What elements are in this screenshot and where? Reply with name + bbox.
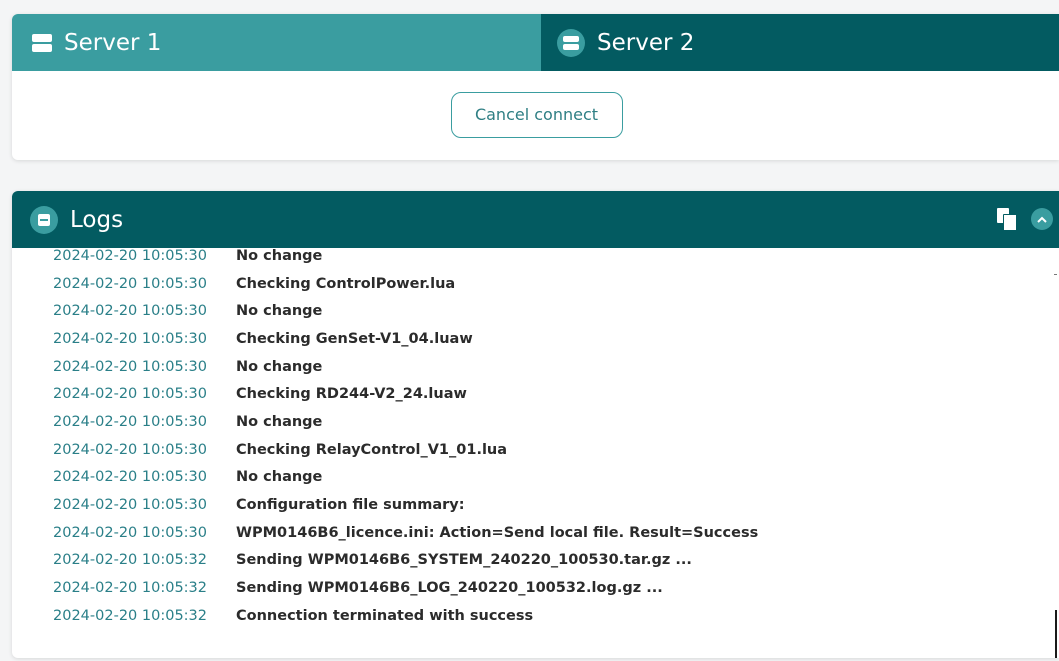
server-tab-content: Cancel connect xyxy=(12,71,1059,160)
log-timestamp: 2024-02-20 10:05:30 xyxy=(53,330,207,347)
logs-body[interactable]: 2024-02-20 10:05:30 No change 2024-02-20 1… xyxy=(12,248,1059,658)
log-message: Sending WPM0146B6_LOG_240220_100532.log.… xyxy=(236,580,663,597)
server-tabs: Server 1 Server 2 xyxy=(12,14,1059,71)
server-icon xyxy=(557,28,585,57)
log-message: Connection terminated with success xyxy=(236,607,534,624)
log-message: No change xyxy=(236,303,323,320)
log-timestamp: 2024-02-20 10:05:30 xyxy=(53,248,207,264)
log-message: Checking ControlPower.lua xyxy=(236,275,456,292)
log-message: Checking GenSet-V1_04.luaw xyxy=(236,330,473,347)
logs-header: Logs xyxy=(12,191,1059,248)
log-message: No change xyxy=(236,248,323,264)
log-timestamp: 2024-02-20 10:05:30 xyxy=(53,413,207,430)
log-row: 2024-02-20 10:05:30 No change xyxy=(53,248,1039,270)
logs-panel: Logs 2024-02-20 10:05:30 No change 2024-02… xyxy=(12,191,1059,658)
log-timestamp: 2024-02-20 10:05:30 xyxy=(53,441,207,458)
log-message: No change xyxy=(236,358,323,375)
log-row: 2024-02-20 10:05:30 No change xyxy=(53,464,1039,492)
log-message: No change xyxy=(236,469,323,486)
log-row: 2024-02-20 10:05:30 Checking RelayControl… xyxy=(53,436,1039,464)
logs-title: Logs xyxy=(70,206,124,233)
log-row: 2024-02-20 10:05:30 Checking ControlPower… xyxy=(53,270,1039,298)
log-message: Checking RD244-V2_24.luaw xyxy=(236,386,467,403)
log-timestamp: 2024-02-20 10:05:30 xyxy=(53,386,207,403)
log-timestamp: 2024-02-20 10:05:30 xyxy=(53,469,207,486)
server-icon xyxy=(32,33,52,52)
log-row: 2024-02-20 10:05:32 Connection terminated… xyxy=(53,602,1039,630)
log-timestamp: 2024-02-20 10:05:30 xyxy=(53,303,207,320)
tab-server-2[interactable]: Server 2 xyxy=(541,14,1059,71)
log-timestamp: 2024-02-20 10:05:32 xyxy=(53,580,207,597)
log-row: 2024-02-20 10:05:30 Configuration file su… xyxy=(53,491,1039,519)
log-timestamp: 2024-02-20 10:05:32 xyxy=(53,607,207,624)
scrollbar-track xyxy=(1054,274,1057,275)
log-timestamp: 2024-02-20 10:05:32 xyxy=(53,552,207,569)
log-row: 2024-02-20 10:05:30 Checking GenSet-V1_04… xyxy=(53,325,1039,353)
log-message: Sending WPM0146B6_SYSTEM_240220_100530.t… xyxy=(236,552,692,569)
cancel-connect-button[interactable]: Cancel connect xyxy=(450,91,623,138)
log-timestamp: 2024-02-20 10:05:30 xyxy=(53,358,207,375)
log-row: 2024-02-20 10:05:30 WPM0146B6_licence.ini… xyxy=(53,519,1039,547)
log-row: 2024-02-20 10:05:30 Checking RD244-V2_24.… xyxy=(53,380,1039,408)
scrollbar-thumb[interactable] xyxy=(1055,610,1057,658)
log-row: 2024-02-20 10:05:30 No change xyxy=(53,408,1039,436)
log-file-icon xyxy=(30,205,58,234)
servers-panel: Server 1 Server 2 Cancel connect xyxy=(12,14,1059,160)
log-row: 2024-02-20 10:05:30 No change xyxy=(53,353,1039,381)
log-row: 2024-02-20 10:05:32 Sending WPM0146B6_SYS… xyxy=(53,547,1039,575)
log-row: 2024-02-20 10:05:32 Sending WPM0146B6_LOG… xyxy=(53,574,1039,602)
log-message: WPM0146B6_licence.ini: Action=Send local… xyxy=(236,524,759,541)
tab-label: Server 1 xyxy=(64,29,162,56)
log-message: No change xyxy=(236,413,323,430)
log-timestamp: 2024-02-20 10:05:30 xyxy=(53,275,207,292)
tab-label: Server 2 xyxy=(597,29,695,56)
log-message: Checking RelayControl_V1_01.lua xyxy=(236,441,508,458)
tab-server-1[interactable]: Server 1 xyxy=(12,14,541,71)
log-row: 2024-02-20 10:05:30 No change xyxy=(53,297,1039,325)
log-message: Configuration file summary: xyxy=(236,497,465,514)
copy-icon[interactable] xyxy=(997,208,1017,231)
chevron-up-icon[interactable] xyxy=(1031,208,1053,230)
log-list: 2024-02-20 10:05:30 No change 2024-02-20 1… xyxy=(53,248,1039,630)
log-timestamp: 2024-02-20 10:05:30 xyxy=(53,524,207,541)
log-timestamp: 2024-02-20 10:05:30 xyxy=(53,497,207,514)
